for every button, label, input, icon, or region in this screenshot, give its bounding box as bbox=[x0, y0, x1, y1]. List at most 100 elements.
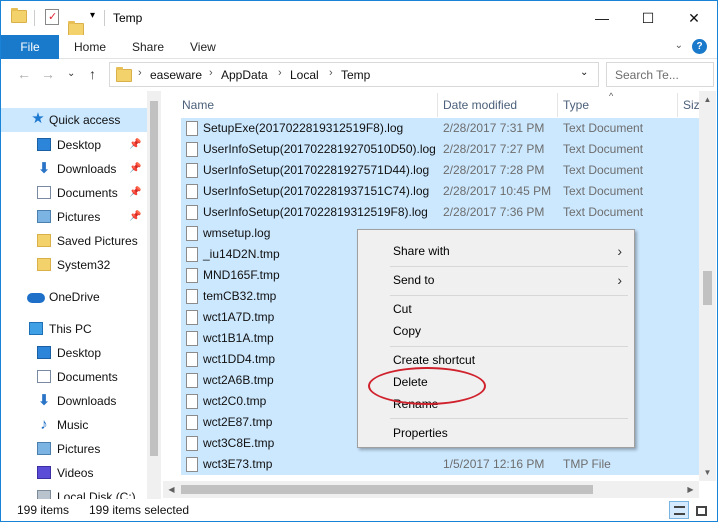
breadcrumb-local[interactable]: Local bbox=[290, 68, 319, 82]
forward-button[interactable]: → bbox=[41, 66, 55, 82]
file-type: Text Document bbox=[563, 184, 644, 198]
file-name: temCB32.tmp bbox=[203, 289, 277, 303]
menu-separator bbox=[390, 418, 628, 419]
breadcrumb-easeware[interactable]: easeware bbox=[150, 68, 202, 82]
close-button[interactable]: ✕ bbox=[671, 1, 717, 35]
sidebar-item-pc-pictures[interactable]: Pictures bbox=[1, 437, 147, 461]
sidebar-item-documents[interactable]: Documents 📌 bbox=[1, 181, 147, 205]
file-icon bbox=[186, 289, 198, 304]
sidebar-item-quick-access[interactable]: ★ Quick access bbox=[1, 108, 147, 132]
sidebar-item-downloads[interactable]: ⬇ Downloads 📌 bbox=[1, 157, 147, 181]
sidebar-item-pc-downloads[interactable]: ⬇ Downloads bbox=[1, 389, 147, 413]
column-divider[interactable] bbox=[437, 93, 438, 117]
scroll-right-icon[interactable]: ▶ bbox=[682, 481, 699, 498]
address-dropdown-icon[interactable]: ⌄ bbox=[580, 67, 588, 78]
sidebar-item-local-disk[interactable]: Local Disk (C:) bbox=[1, 485, 147, 499]
sidebar-item-saved-pictures[interactable]: Saved Pictures bbox=[1, 229, 147, 253]
menu-item-cut[interactable]: Cut bbox=[360, 298, 632, 320]
tab-share[interactable]: Share bbox=[132, 35, 164, 59]
sidebar-item-desktop[interactable]: Desktop 📌 bbox=[1, 133, 147, 157]
file-type: Text Document bbox=[563, 205, 644, 219]
table-row[interactable]: wct3E73.tmp 1/5/2017 12:16 PM TMP File bbox=[181, 454, 699, 475]
file-name: UserInfoSetup(2017022819270510D50).log bbox=[203, 142, 436, 156]
menu-item-share-with[interactable]: Share with › bbox=[360, 240, 632, 262]
context-menu: Share with › Send to › Cut Copy Create sho… bbox=[357, 229, 635, 448]
sidebar-item-system32[interactable]: System32 bbox=[1, 253, 147, 277]
address-bar[interactable]: › easeware › AppData › Local › Temp ⌄ bbox=[109, 62, 599, 87]
file-date: 2/28/2017 10:45 PM bbox=[443, 184, 552, 198]
properties-icon[interactable] bbox=[45, 9, 59, 25]
pictures-icon bbox=[37, 210, 51, 223]
expand-ribbon-icon[interactable]: ⌄ bbox=[675, 40, 683, 51]
sidebar-item-music[interactable]: ♪ Music bbox=[1, 413, 147, 437]
menu-item-label: Properties bbox=[393, 426, 448, 440]
table-row[interactable]: UserInfoSetup(2017022819312519F8).log 2/2… bbox=[181, 202, 699, 223]
large-icons-view-button[interactable] bbox=[691, 501, 711, 519]
scroll-left-icon[interactable]: ◀ bbox=[163, 481, 180, 498]
back-button[interactable]: ← bbox=[17, 66, 31, 82]
table-row[interactable]: UserInfoSetup(2017022819270510D50).log 2/… bbox=[181, 139, 699, 160]
desktop-icon bbox=[37, 346, 51, 359]
file-date: 2/28/2017 7:36 PM bbox=[443, 205, 545, 219]
file-name: wct3E73.tmp bbox=[203, 457, 273, 471]
scroll-down-icon[interactable]: ▼ bbox=[699, 464, 716, 481]
navigation-scrollbar[interactable] bbox=[147, 91, 161, 499]
file-type: Text Document bbox=[563, 121, 644, 135]
music-icon: ♪ bbox=[40, 416, 48, 433]
horizontal-scrollbar[interactable]: ◀ ▶ bbox=[163, 481, 699, 498]
menu-item-create-shortcut[interactable]: Create shortcut bbox=[360, 349, 632, 371]
scrollbar-thumb[interactable] bbox=[703, 271, 712, 305]
delete-highlight-annotation bbox=[368, 367, 486, 405]
customize-toolbar-icon[interactable]: ▾ bbox=[90, 10, 95, 21]
column-header-size[interactable]: Size bbox=[683, 91, 699, 117]
file-name: _iu14D2N.tmp bbox=[203, 247, 280, 261]
sidebar-item-label: Quick access bbox=[49, 113, 121, 127]
column-divider[interactable] bbox=[557, 93, 558, 117]
menu-separator bbox=[390, 346, 628, 347]
tab-home[interactable]: Home bbox=[74, 35, 106, 59]
menu-item-copy[interactable]: Copy bbox=[360, 320, 632, 342]
sidebar-item-label: OneDrive bbox=[49, 290, 100, 304]
tab-file[interactable]: File bbox=[1, 35, 59, 59]
videos-icon bbox=[37, 466, 51, 479]
sidebar-item-this-pc[interactable]: This PC bbox=[1, 317, 147, 341]
menu-item-properties[interactable]: Properties bbox=[360, 422, 632, 444]
up-button[interactable]: ↑ bbox=[89, 66, 96, 82]
documents-icon bbox=[37, 186, 51, 199]
sidebar-item-pc-documents[interactable]: Documents bbox=[1, 365, 147, 389]
minimize-button[interactable]: — bbox=[579, 1, 625, 35]
breadcrumb-separator: › bbox=[138, 67, 142, 79]
breadcrumb-appdata[interactable]: AppData bbox=[221, 68, 268, 82]
sidebar-item-pc-desktop[interactable]: Desktop bbox=[1, 341, 147, 365]
sidebar-item-pictures[interactable]: Pictures 📌 bbox=[1, 205, 147, 229]
maximize-button[interactable]: ☐ bbox=[625, 1, 671, 35]
sidebar-item-videos[interactable]: Videos bbox=[1, 461, 147, 485]
pin-icon: 📌 bbox=[129, 211, 142, 222]
help-icon[interactable]: ? bbox=[692, 39, 707, 54]
column-header-type[interactable]: Type bbox=[563, 91, 589, 117]
recent-locations-button[interactable]: ⌄ bbox=[67, 68, 75, 79]
details-view-button[interactable] bbox=[669, 501, 689, 519]
menu-item-label: Copy bbox=[393, 324, 422, 338]
breadcrumb-temp[interactable]: Temp bbox=[341, 68, 370, 82]
breadcrumb-separator: › bbox=[329, 67, 333, 79]
folder-icon bbox=[37, 258, 51, 271]
vertical-scrollbar[interactable]: ▲ ▼ bbox=[699, 91, 716, 481]
column-header-date[interactable]: Date modified bbox=[443, 91, 517, 117]
table-row[interactable]: UserInfoSetup(201702281927571D44).log 2/2… bbox=[181, 160, 699, 181]
table-row[interactable]: UserInfoSetup(201702281937151C74).log 2/2… bbox=[181, 181, 699, 202]
scrollbar-thumb[interactable] bbox=[181, 485, 593, 494]
menu-item-send-to[interactable]: Send to › bbox=[360, 269, 632, 291]
scroll-up-icon[interactable]: ▲ bbox=[699, 91, 716, 108]
file-name: wct1A7D.tmp bbox=[203, 310, 275, 324]
sidebar-item-onedrive[interactable]: OneDrive bbox=[1, 285, 147, 309]
star-icon: ★ bbox=[31, 110, 45, 127]
table-row[interactable]: SetupExe(2017022819312519F8).log 2/28/201… bbox=[181, 118, 699, 139]
search-box[interactable]: Search Te... bbox=[606, 62, 714, 87]
scrollbar-thumb[interactable] bbox=[150, 101, 158, 456]
tab-view[interactable]: View bbox=[190, 35, 216, 59]
file-icon bbox=[186, 457, 198, 472]
file-type: Text Document bbox=[563, 163, 644, 177]
column-header-name[interactable]: Name bbox=[182, 91, 214, 117]
column-divider[interactable] bbox=[677, 93, 678, 117]
